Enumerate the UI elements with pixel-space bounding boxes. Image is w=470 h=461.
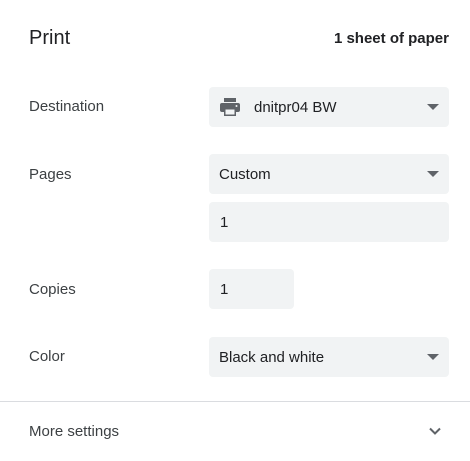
sheet-count: 1 sheet of paper bbox=[333, 30, 449, 47]
more-settings-button[interactable]: More settings bbox=[0, 402, 470, 461]
color-select[interactable]: Black and white bbox=[209, 337, 449, 377]
destination-select[interactable]: dnitpr04 BW bbox=[209, 87, 449, 127]
color-value: Black and white bbox=[219, 348, 325, 366]
chevron-down-icon bbox=[427, 171, 439, 177]
color-label: Color bbox=[29, 348, 65, 365]
copies-label: Copies bbox=[29, 281, 76, 298]
destination-label: Destination bbox=[29, 98, 105, 115]
pages-label: Pages bbox=[29, 166, 72, 183]
pages-range-value: 1 bbox=[220, 213, 229, 231]
page-title: Print bbox=[29, 27, 71, 49]
chevron-down-icon bbox=[427, 354, 439, 360]
pages-value: Custom bbox=[219, 165, 271, 183]
copies-value: 1 bbox=[220, 280, 229, 298]
pages-select[interactable]: Custom bbox=[209, 154, 449, 194]
more-settings-label: More settings bbox=[29, 423, 120, 440]
chevron-down-icon bbox=[428, 424, 442, 438]
chevron-down-icon bbox=[427, 104, 439, 110]
print-settings-panel: Print 1 sheet of paper Destination dnitp… bbox=[0, 0, 470, 461]
pages-range-input[interactable]: 1 bbox=[209, 202, 449, 242]
copies-input[interactable]: 1 bbox=[209, 269, 294, 309]
destination-value: dnitpr04 BW bbox=[254, 98, 337, 116]
printer-icon bbox=[219, 97, 241, 117]
